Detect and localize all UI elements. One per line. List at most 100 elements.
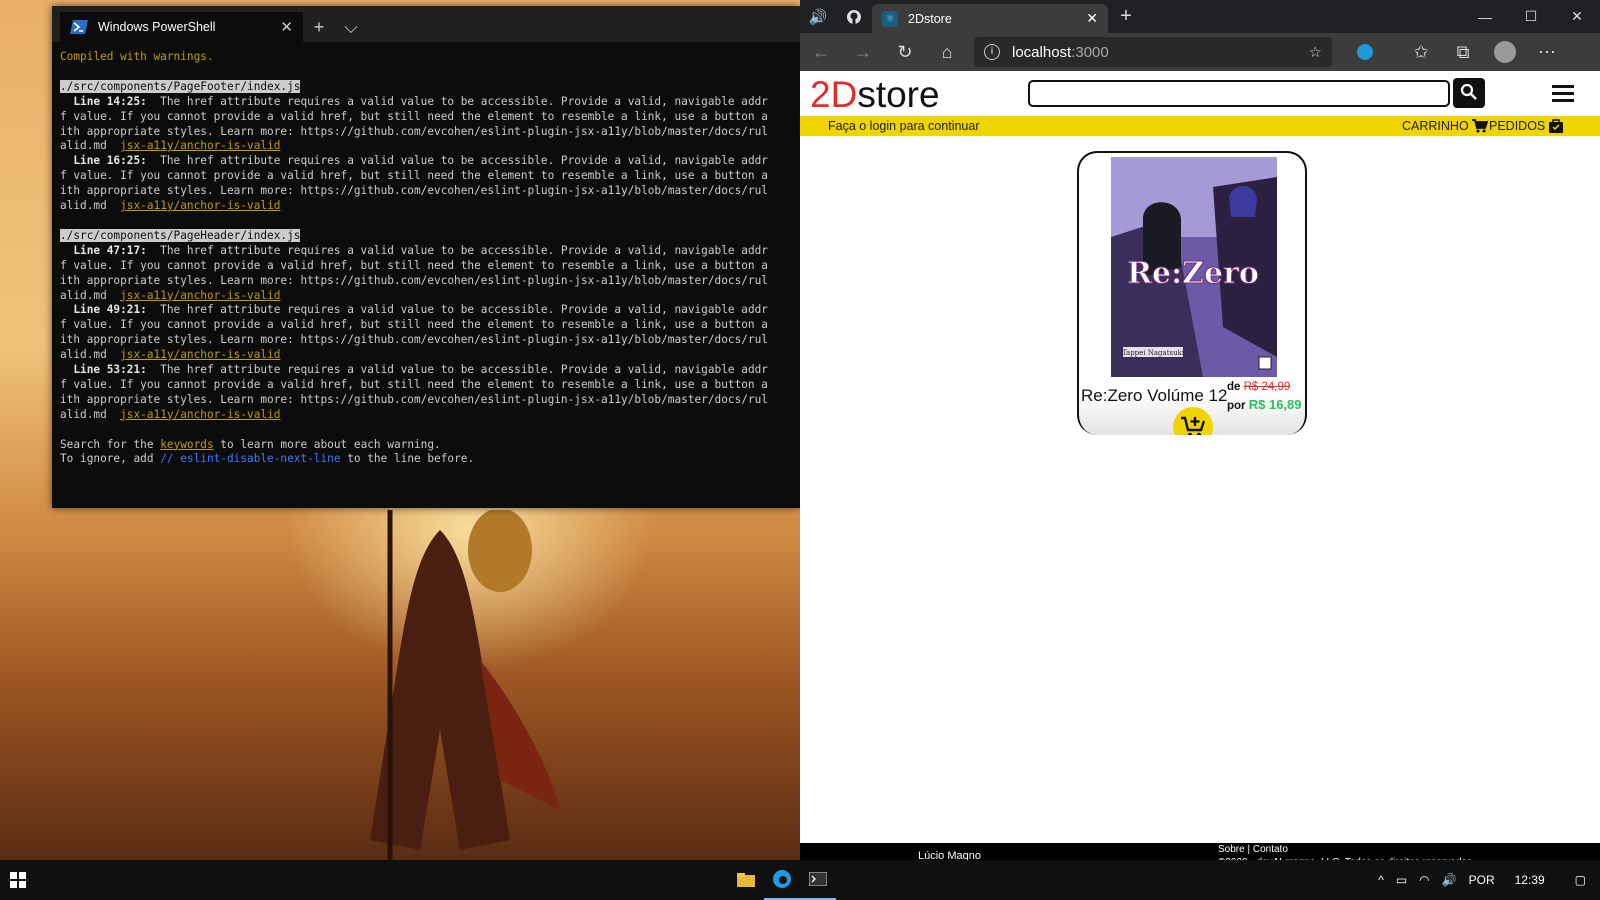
language-indicator[interactable]: POR	[1469, 873, 1495, 887]
new-tab-icon[interactable]: +	[1108, 0, 1144, 33]
warning-text: f value. If you cannot provide a valid h…	[60, 169, 768, 183]
browser-tab-bar: 🔊 ⚛ 2Dstore ✕ + — ☐ ✕	[800, 0, 1600, 33]
edge-browser-window[interactable]: 🔊 ⚛ 2Dstore ✕ + — ☐ ✕ ← → ↻ ⌂ i localhos…	[800, 0, 1600, 869]
notifications-icon[interactable]: ▢	[1575, 873, 1586, 887]
line-number: Line 16:25:	[60, 154, 147, 168]
file-path: ./src/components/PageFooter/index.js	[60, 79, 301, 93]
speaker-icon[interactable]: 🔊	[800, 0, 836, 33]
product-cover-image[interactable]: Re:Zero Tappei Nagatsuki	[1083, 157, 1303, 377]
chevron-down-icon[interactable]: ⌵	[335, 12, 367, 42]
profile-avatar[interactable]	[1484, 33, 1526, 71]
terminal-app-icon[interactable]	[800, 860, 836, 900]
settings-menu-icon[interactable]: ⋯	[1526, 33, 1568, 71]
rule-link[interactable]: jsx-a11y/anchor-is-valid	[120, 139, 280, 152]
contact-link[interactable]: Contato	[1253, 844, 1288, 855]
about-link[interactable]: Sobre	[1218, 844, 1245, 855]
address-bar[interactable]: i localhost:3000 ☆	[974, 37, 1332, 67]
new-tab-button[interactable]: +	[303, 12, 335, 42]
warning-text: f value. If you cannot provide a valid h…	[60, 258, 768, 272]
close-tab-icon[interactable]: ✕	[1086, 10, 1098, 27]
help-text: to learn more about each warning.	[213, 437, 441, 451]
by-label: por	[1227, 400, 1246, 412]
help-text: To ignore, add	[60, 452, 161, 466]
system-tray: ^ ▭ ◠ 🔊 POR 12:39 ▢	[1378, 860, 1600, 900]
warning-text: The href attribute requires a valid valu…	[146, 303, 768, 317]
browser-toolbar: ← → ↻ ⌂ i localhost:3000 ☆ ✩ ⧉ ⋯	[800, 33, 1600, 71]
search-icon	[1460, 83, 1477, 100]
user-bar: Faça o login para continuar CARRINHO PED…	[800, 116, 1600, 136]
add-to-cart-button[interactable]	[1173, 407, 1213, 435]
react-icon: ⚛	[882, 10, 898, 27]
back-icon[interactable]: ←	[800, 33, 842, 71]
wallpaper-warrior-figure	[370, 510, 560, 860]
warning-text: ith appropriate styles. Learn more: http…	[60, 124, 768, 138]
warning-text: ith appropriate styles. Learn more: http…	[60, 273, 768, 287]
clock[interactable]: 12:39	[1515, 873, 1545, 887]
line-number: Line 47:17:	[60, 243, 147, 257]
warning-text: alid.md	[60, 348, 121, 362]
add-cart-icon	[1181, 416, 1206, 435]
refresh-icon[interactable]: ↻	[884, 33, 926, 71]
url-host: localhost	[1012, 43, 1072, 61]
rule-link[interactable]: jsx-a11y/anchor-is-valid	[120, 408, 280, 421]
keywords-link[interactable]: keywords	[160, 438, 213, 451]
terminal-output[interactable]: Compiled with warnings. ./src/components…	[52, 42, 800, 508]
forward-icon[interactable]: →	[842, 33, 884, 71]
warning-text: The href attribute requires a valid valu…	[146, 154, 768, 168]
powershell-icon	[70, 20, 88, 34]
windows-start-icon[interactable]	[0, 860, 36, 900]
compiled-warning-line: Compiled with warnings.	[60, 50, 214, 63]
warning-text: ith appropriate styles. Learn more: http…	[60, 392, 768, 406]
ignore-comment-code: // eslint-disable-next-line	[160, 452, 341, 466]
line-number: Line 53:21:	[60, 363, 147, 377]
search-button[interactable]	[1453, 78, 1485, 108]
warning-text: The href attribute requires a valid valu…	[146, 363, 768, 377]
favorites-icon[interactable]: ✩	[1400, 33, 1442, 71]
file-explorer-icon[interactable]	[728, 860, 764, 900]
extension-icon[interactable]	[1344, 33, 1386, 71]
warning-text: The href attribute requires a valid valu…	[146, 243, 768, 257]
volume-icon[interactable]: 🔊	[1442, 873, 1457, 887]
close-window-icon[interactable]: ✕	[1554, 0, 1600, 33]
login-link[interactable]: Faça o login para continuar	[828, 116, 979, 136]
logo-part-2d: 2D	[810, 74, 858, 115]
powershell-window[interactable]: Windows PowerShell ✕ + ⌵ Compiled with w…	[52, 6, 800, 508]
hamburger-menu-icon[interactable]	[1552, 85, 1574, 102]
url-port: :3000	[1071, 43, 1109, 61]
warning-text: alid.md	[60, 288, 121, 302]
cart-icon	[1471, 119, 1488, 133]
rule-link[interactable]: jsx-a11y/anchor-is-valid	[120, 199, 280, 212]
rule-link[interactable]: jsx-a11y/anchor-is-valid	[120, 348, 280, 361]
battery-icon[interactable]: ▭	[1396, 873, 1407, 887]
terminal-tab[interactable]: Windows PowerShell ✕	[60, 12, 303, 42]
store-page: 2Dstore Faça o login para continuar CARR…	[800, 71, 1600, 869]
search-input[interactable]	[1028, 80, 1450, 107]
cart-link[interactable]: CARRINHO	[1402, 116, 1488, 136]
favorite-star-icon[interactable]: ☆	[1309, 43, 1322, 61]
warning-text: ith appropriate styles. Learn more: http…	[60, 184, 768, 198]
collections-icon[interactable]: ⧉	[1442, 33, 1484, 71]
orders-label: PEDIDOS	[1489, 119, 1546, 133]
new-price: R$ 16,89	[1248, 397, 1302, 412]
edge-browser-icon[interactable]	[764, 860, 800, 900]
tab-2dstore[interactable]: ⚛ 2Dstore ✕	[872, 4, 1108, 33]
store-logo[interactable]: 2Dstore	[810, 74, 940, 116]
footer-separator: |	[1247, 844, 1251, 855]
info-icon[interactable]: i	[984, 44, 1000, 60]
line-number: Line 14:25:	[60, 94, 147, 108]
product-title[interactable]: Re:Zero Volúme 12	[1081, 386, 1227, 406]
product-card[interactable]: Re:Zero Tappei Nagatsuki Re:Zero Volúme …	[1077, 151, 1307, 435]
maximize-icon[interactable]: ☐	[1508, 0, 1554, 33]
minimize-icon[interactable]: —	[1462, 0, 1508, 33]
warning-text: f value. If you cannot provide a valid h…	[60, 377, 768, 391]
orders-link[interactable]: PEDIDOS	[1489, 116, 1564, 136]
terminal-tab-title: Windows PowerShell	[98, 20, 216, 34]
file-path: ./src/components/PageHeader/index.js	[60, 228, 301, 242]
close-tab-icon[interactable]: ✕	[280, 18, 293, 36]
warning-text: f value. If you cannot provide a valid h…	[60, 109, 768, 123]
chevron-up-icon[interactable]: ^	[1378, 873, 1384, 887]
github-icon[interactable]	[836, 0, 872, 33]
rule-link[interactable]: jsx-a11y/anchor-is-valid	[120, 289, 280, 302]
home-icon[interactable]: ⌂	[926, 33, 968, 71]
wifi-icon[interactable]: ◠	[1419, 873, 1429, 887]
